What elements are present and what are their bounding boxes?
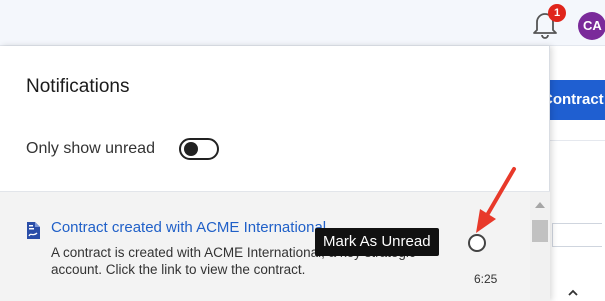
mark-as-unread-radio[interactable] [468,234,486,252]
notification-title-link[interactable]: Contract created with ACME International [51,219,326,236]
user-avatar[interactable]: CA [578,12,605,40]
background-field [552,223,602,247]
scroll-thumb[interactable] [532,220,548,242]
notification-time: 6:25 [474,272,498,286]
background-divider [548,140,605,141]
panel-title: Notifications [26,76,130,97]
scrollbar[interactable] [530,192,550,301]
toggle-knob [184,142,198,156]
scroll-up-arrow-icon[interactable] [535,202,545,208]
notifications-panel: Notifications Only show unread Contract … [0,46,550,301]
notification-count-badge: 1 [548,4,566,22]
document-icon [27,222,40,239]
app-header [0,0,605,46]
annotation-arrow-icon [476,167,516,233]
new-contract-button-label: Contract [548,91,604,108]
new-contract-button[interactable]: Contract [548,80,605,120]
chevron-up-icon[interactable] [566,286,580,300]
only-show-unread-label: Only show unread [26,140,155,157]
only-show-unread-toggle[interactable] [179,138,219,160]
notification-item[interactable]: Contract created with ACME International… [0,192,530,301]
mark-as-unread-tooltip: Mark As Unread [315,228,439,256]
